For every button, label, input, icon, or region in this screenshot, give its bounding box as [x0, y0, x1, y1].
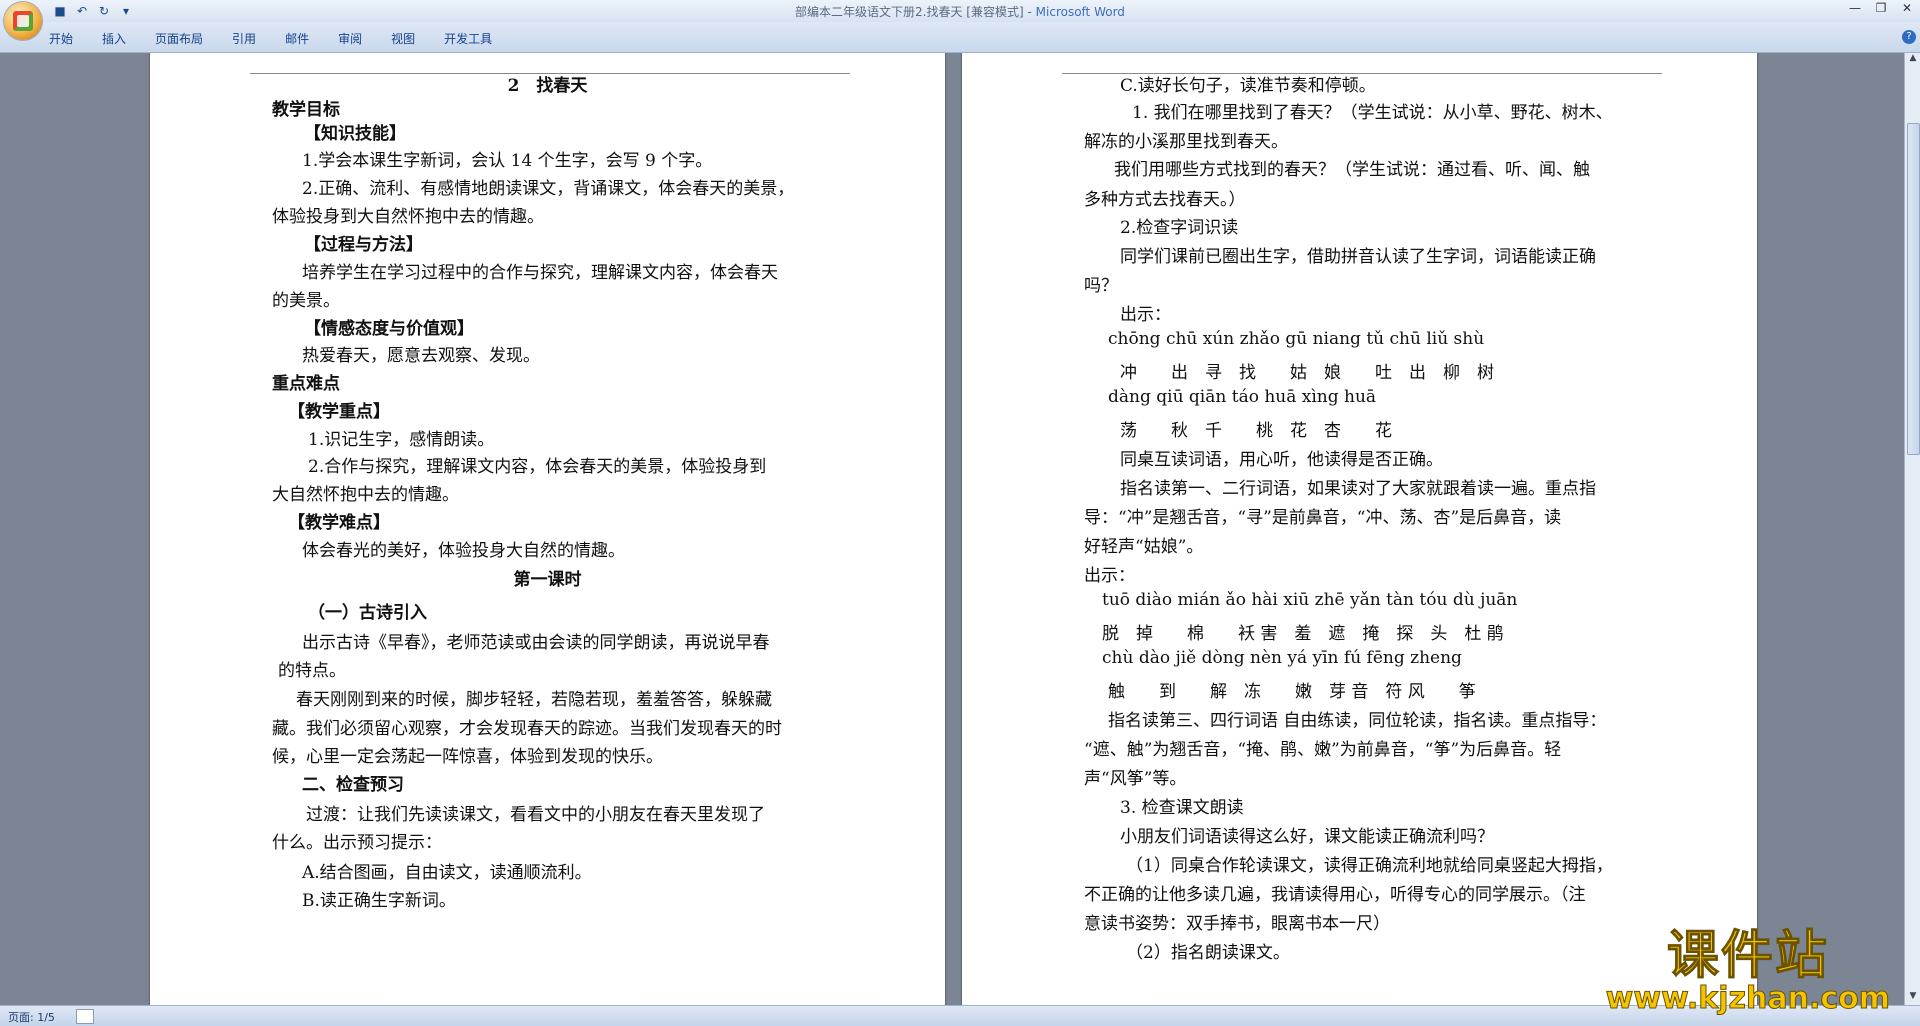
paragraph-line: 1. 我们在哪里找到了春天？（学生试说：从小草、野花、树木、 [1132, 103, 1613, 123]
ribbon-tab[interactable]: 引用 [232, 30, 256, 47]
paragraph-line: 2 找春天 [507, 76, 588, 96]
ribbon-tab[interactable]: 开始 [49, 30, 73, 47]
ribbon-tab[interactable]: 开发工具 [444, 30, 492, 47]
paragraph-line: 声“风筝”等。 [1084, 769, 1187, 789]
scroll-thumb[interactable] [1907, 123, 1920, 455]
paragraph-line: 培养学生在学习过程中的合作与探究，理解课文内容，体会春天 [302, 263, 778, 283]
paragraph-line: A.结合图画，自由读文，读通顺流利。 [302, 863, 592, 883]
paragraph-line: chōng chū xún zhǎo gū niang tǔ chū liǔ s… [1108, 329, 1485, 349]
paragraph-line: 吗？ [1084, 276, 1118, 296]
window-title: 部编本二年级语文下册2.找春天 [兼容模式] - Microsoft Word [0, 3, 1920, 20]
paragraph-line: 过渡：让我们先读读课文，看看文中的小朋友在春天里发现了 [306, 805, 765, 825]
paragraph-line: dàng qiū qiān táo huā xìng huā [1108, 387, 1377, 407]
paragraph-line: 的特点。 [278, 661, 346, 681]
office-logo-icon [13, 11, 33, 31]
paragraph-line: 2.检查字词识读 [1120, 218, 1239, 238]
ribbon-tab-row: 开始 插入 页面布局 引用 邮件 审阅 视图 开发工具 ? [0, 22, 1920, 53]
paragraph-line: 【过程与方法】 [304, 235, 423, 255]
paragraph-line: 3. 检查课文朗读 [1120, 798, 1244, 818]
proofing-icon[interactable] [76, 1009, 94, 1024]
paragraph-line: 出示： [1120, 305, 1171, 325]
paragraph-line: 体会春光的美好，体验投身大自然的情趣。 [302, 541, 625, 561]
paragraph-line: 春天刚刚到来的时候，脚步轻轻，若隐若现，羞羞答答，躲躲藏 [296, 690, 772, 710]
help-icon[interactable]: ? [1902, 30, 1916, 44]
paragraph-line: 同学们课前已圈出生字，借助拼音认读了生字词，词语能读正确 [1120, 247, 1596, 267]
paragraph-line: 触 到 解 冻 嫩 芽 音 符 风 筝 [1108, 682, 1476, 702]
paragraph-line: 【知识技能】 [304, 124, 406, 144]
window-controls: — ❐ ✕ [1842, 0, 1920, 18]
ribbon-tab[interactable]: 邮件 [285, 30, 309, 47]
app-name: Microsoft Word [1035, 5, 1125, 19]
paragraph-line: C.读好长句子，读准节奏和停顿。 [1120, 76, 1376, 96]
document-area: 2 找春天教学目标【知识技能】 1.学会本课生字新词，会认 14 个生字，会写 9… [0, 53, 1904, 1005]
ribbon-tab[interactable]: 页面布局 [155, 30, 203, 47]
paragraph-line: 什么。出示预习提示： [272, 833, 442, 853]
scroll-up-icon[interactable]: ▲ [1905, 53, 1920, 67]
paragraph-line: 意读书姿势：双手捧书，眼离书本一尺） [1084, 914, 1390, 934]
paragraph-line: 1.学会本课生字新词，会认 14 个生字，会写 9 个字。 [302, 151, 713, 171]
paragraph-line: “遮、触”为翘舌音，“掩、鹃、嫩”为前鼻音，“筝”为后鼻音。轻 [1084, 740, 1562, 760]
paragraph-line: 第一课时 [513, 570, 582, 590]
ribbon-tab[interactable]: 视图 [391, 30, 415, 47]
paragraph-line: tuō diào mián ǎo hài xiū zhē yǎn tàn tóu… [1102, 590, 1518, 610]
paragraph-line: 【情感态度与价值观】 [304, 319, 474, 339]
ribbon-tabs: 开始 插入 页面布局 引用 邮件 审阅 视图 开发工具 [49, 30, 521, 47]
paragraph-line: chù dào jiě dòng nèn yá yīn fú fēng zhen… [1102, 648, 1462, 668]
paragraph-line: 指名读第一、二行词语，如果读对了大家就跟着读一遍。重点指 [1120, 479, 1596, 499]
paragraph-line: （1）同桌合作轮读课文，读得正确流利地就给同桌竖起大拇指， [1126, 856, 1613, 876]
paragraph-line: 的美景。 [272, 291, 340, 311]
paragraph-line: 脱 掉 棉 袄 害 羞 遮 掩 探 头 杜 鹃 [1102, 624, 1504, 644]
paragraph-line: 1.识记生字，感情朗读。 [308, 430, 495, 450]
paragraph-line: 热爱春天，愿意去观察、发现。 [302, 346, 540, 366]
paragraph-line: 2.合作与探究，理解课文内容，体会春天的美景，体验投身到 [308, 457, 767, 477]
paragraph-line: 不正确的让他多读几遍，我请读得用心，听得专心的同学展示。（注 [1084, 885, 1586, 905]
watermark-title: 课件站 [1666, 926, 1829, 986]
paragraph-line: 出示古诗《早春》，老师范读或由会读的同学朗读，再说说早春 [302, 633, 770, 653]
watermark-url: www.kjzhan.com [1605, 981, 1890, 1016]
paragraph-line: B.读正确生字新词。 [302, 891, 456, 911]
paragraph-line: 冲 出 寻 找 姑 娘 吐 出 柳 树 [1120, 363, 1494, 383]
paragraph-line: 【教学难点】 [288, 513, 390, 533]
paragraph-line: 藏。我们必须留心观察，才会发现春天的踪迹。当我们发现春天的时 [272, 719, 782, 739]
paragraph-line: 【教学重点】 [288, 402, 390, 422]
paragraph-line: 解冻的小溪那里找到春天。 [1084, 132, 1288, 152]
paragraph-line: 候，心里一定会荡起一阵惊喜，体验到发现的快乐。 [272, 747, 663, 767]
paragraph-line: 大自然怀抱中去的情趣。 [272, 485, 459, 505]
vertical-scrollbar[interactable]: ▲ ▼ [1904, 53, 1920, 1005]
restore-icon[interactable]: ❐ [1868, 0, 1894, 18]
paragraph-line: 荡 秋 千 桃 花 杏 花 [1120, 421, 1392, 441]
document-title: 部编本二年级语文下册2.找春天 [兼容模式] - [795, 5, 1032, 19]
paragraph-line: 好轻声“姑娘”。 [1084, 537, 1204, 557]
paragraph-line: 导：“冲”是翘舌音，“寻”是前鼻音，“冲、荡、杏”是后鼻音，读 [1084, 508, 1562, 528]
paragraph-line: 同桌互读词语，用心听，他读得是否正确。 [1120, 450, 1443, 470]
close-icon[interactable]: ✕ [1894, 0, 1920, 18]
paragraph-line: 指名读第三、四行词语 自由练读，同位轮读，指名读。重点指导： [1108, 711, 1607, 731]
office-button[interactable] [4, 2, 42, 40]
paragraph-line: 小朋友们词语读得这么好，课文能读正确流利吗？ [1120, 827, 1494, 847]
ribbon-tab[interactable]: 审阅 [338, 30, 362, 47]
paragraph-line: 出示： [1084, 566, 1135, 586]
page-2: C.读好长句子，读准节奏和停顿。 1. 我们在哪里找到了春天？（学生试说：从小草、… [962, 53, 1757, 1005]
paragraph-line: 体验投身到大自然怀抱中去的情趣。 [272, 207, 544, 227]
ribbon-tab[interactable]: 插入 [102, 30, 126, 47]
page-1: 2 找春天教学目标【知识技能】 1.学会本课生字新词，会认 14 个生字，会写 9… [150, 53, 945, 1005]
paragraph-line: 教学目标 [272, 100, 340, 120]
title-bar: ■ ↶ ↻ ▾ 部编本二年级语文下册2.找春天 [兼容模式] - Microso… [0, 0, 1920, 40]
paragraph-line: 2.正确、流利、有感情地朗读课文，背诵课文，体会春天的美景， [302, 179, 795, 199]
scroll-down-icon[interactable]: ▼ [1905, 991, 1920, 1005]
paragraph-line: 二、检查预习 [302, 775, 404, 795]
minimize-icon[interactable]: — [1842, 0, 1868, 18]
paragraph-line: 多种方式去找春天。） [1084, 190, 1246, 210]
paragraph-line: （2）指名朗读课文。 [1126, 943, 1290, 963]
watermark-logo: 课件站 www.kjzhan.com [1605, 926, 1890, 1016]
page-count[interactable]: 页面: 1/5 [8, 1009, 55, 1025]
paragraph-line: 我们用哪些方式找到的春天？（学生试说：通过看、听、闻、触 [1114, 160, 1590, 180]
paragraph-line: 重点难点 [272, 374, 340, 394]
paragraph-line: （一）古诗引入 [308, 603, 427, 623]
